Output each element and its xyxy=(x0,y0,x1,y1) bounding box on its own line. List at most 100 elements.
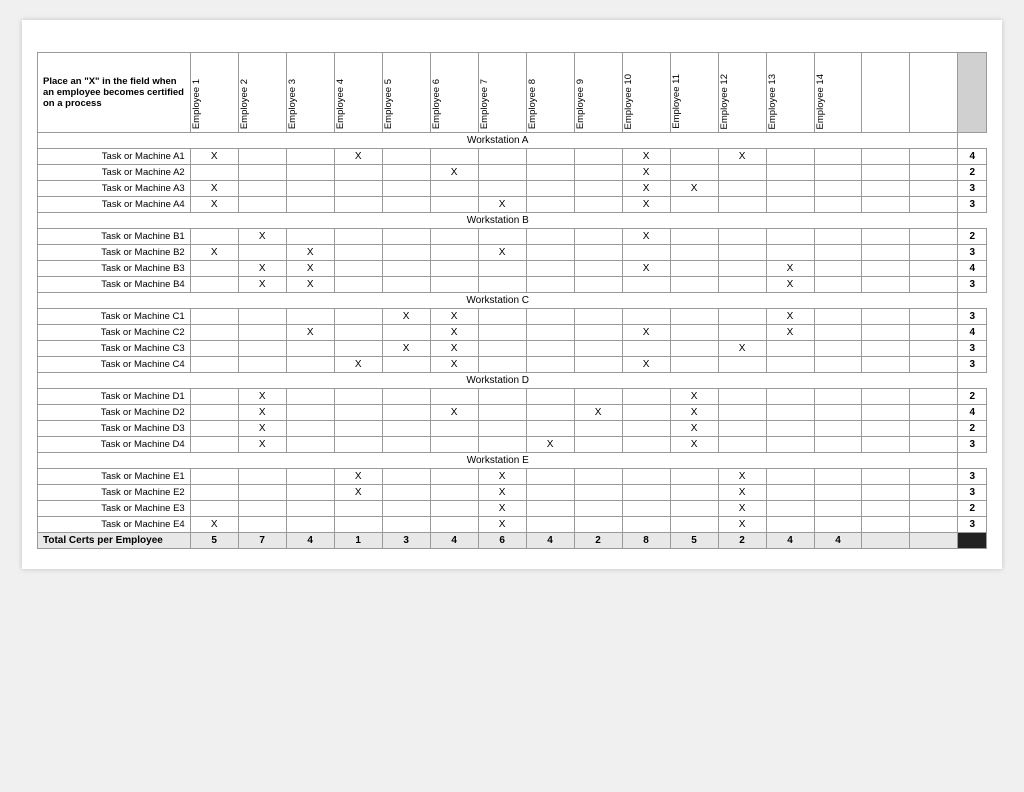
employee-header-7: Employee 7 xyxy=(478,53,526,133)
mark-cell xyxy=(286,469,334,485)
task-count: 3 xyxy=(958,485,987,501)
empty-cell xyxy=(862,485,910,501)
mark-cell xyxy=(814,229,862,245)
task-row: Task or Machine C3XXX3 xyxy=(38,341,987,357)
mark-cell xyxy=(574,501,622,517)
workstation-row-1: Workstation A xyxy=(38,133,987,149)
empty-cell xyxy=(910,485,958,501)
mark-cell xyxy=(574,309,622,325)
task-row: Task or Machine B1XX2 xyxy=(38,229,987,245)
task-row: Task or Machine A1XXXX4 xyxy=(38,149,987,165)
task-count: 2 xyxy=(958,165,987,181)
mark-cell xyxy=(430,229,478,245)
employee-header-9: Employee 9 xyxy=(574,53,622,133)
mark-cell: X xyxy=(286,245,334,261)
task-name-cell: Task or Machine D2 xyxy=(38,405,191,421)
mark-cell xyxy=(718,229,766,245)
task-count: 3 xyxy=(958,181,987,197)
mark-cell: X xyxy=(622,229,670,245)
mark-cell xyxy=(382,149,430,165)
mark-cell xyxy=(766,197,814,213)
mark-cell xyxy=(574,357,622,373)
task-row: Task or Machine E2XXX3 xyxy=(38,485,987,501)
task-name-cell: Task or Machine E3 xyxy=(38,501,191,517)
mark-cell xyxy=(334,501,382,517)
mark-cell xyxy=(382,517,430,533)
empty-cell xyxy=(862,197,910,213)
mark-cell xyxy=(526,421,574,437)
mark-cell xyxy=(334,229,382,245)
mark-cell: X xyxy=(286,261,334,277)
mark-cell xyxy=(190,469,238,485)
mark-cell xyxy=(334,421,382,437)
training-matrix-table: Place an "X" in the field when an employ… xyxy=(37,52,987,549)
mark-cell xyxy=(574,229,622,245)
mark-cell xyxy=(814,341,862,357)
mark-cell xyxy=(622,437,670,453)
workstation-row-4: Workstation D xyxy=(38,373,987,389)
mark-cell xyxy=(814,421,862,437)
task-name-cell: Task or Machine A1 xyxy=(38,149,191,165)
mark-cell xyxy=(286,149,334,165)
mark-cell xyxy=(430,437,478,453)
mark-cell xyxy=(286,389,334,405)
employee-header-4: Employee 4 xyxy=(334,53,382,133)
mark-cell xyxy=(430,389,478,405)
mark-cell xyxy=(190,277,238,293)
mark-cell xyxy=(286,309,334,325)
task-count: 3 xyxy=(958,197,987,213)
mark-cell xyxy=(766,389,814,405)
mark-cell: X xyxy=(238,421,286,437)
mark-cell xyxy=(814,261,862,277)
task-row: Task or Machine E1XXX3 xyxy=(38,469,987,485)
mark-cell xyxy=(814,149,862,165)
mark-cell xyxy=(238,325,286,341)
employee-header-6: Employee 6 xyxy=(430,53,478,133)
mark-cell xyxy=(382,437,430,453)
mark-cell xyxy=(574,389,622,405)
task-name-cell: Task or Machine A3 xyxy=(38,181,191,197)
mark-cell xyxy=(814,277,862,293)
task-name-cell: Task or Machine C3 xyxy=(38,341,191,357)
mark-cell xyxy=(814,325,862,341)
mark-cell xyxy=(478,405,526,421)
mark-cell xyxy=(814,517,862,533)
employee-header-2: Employee 2 xyxy=(238,53,286,133)
mark-cell xyxy=(286,165,334,181)
mark-cell xyxy=(718,421,766,437)
mark-cell xyxy=(382,181,430,197)
mark-cell: X xyxy=(286,325,334,341)
mark-cell xyxy=(430,261,478,277)
mark-cell: X xyxy=(238,405,286,421)
empty-cell xyxy=(862,389,910,405)
mark-cell xyxy=(526,229,574,245)
mark-cell xyxy=(382,165,430,181)
mark-cell xyxy=(334,405,382,421)
mark-cell xyxy=(670,341,718,357)
mark-cell: X xyxy=(622,357,670,373)
mark-cell xyxy=(814,197,862,213)
mark-cell xyxy=(574,181,622,197)
empty-col-1 xyxy=(862,53,910,133)
mark-cell xyxy=(670,229,718,245)
mark-cell xyxy=(430,469,478,485)
task-name-cell: Task or Machine E4 xyxy=(38,517,191,533)
task-row: Task or Machine C2XXXX4 xyxy=(38,325,987,341)
empty-cell xyxy=(910,229,958,245)
mark-cell: X xyxy=(478,197,526,213)
mark-cell xyxy=(814,165,862,181)
mark-cell xyxy=(766,501,814,517)
task-name-cell: Task or Machine E1 xyxy=(38,469,191,485)
task-row: Task or Machine A2XX2 xyxy=(38,165,987,181)
mark-cell xyxy=(814,485,862,501)
mark-cell xyxy=(574,469,622,485)
mark-cell xyxy=(622,501,670,517)
mark-cell xyxy=(334,325,382,341)
mark-cell xyxy=(382,405,430,421)
mark-cell xyxy=(526,245,574,261)
employee-header-5: Employee 5 xyxy=(382,53,430,133)
empty-cell xyxy=(862,277,910,293)
mark-cell xyxy=(190,229,238,245)
mark-cell xyxy=(766,485,814,501)
mark-cell: X xyxy=(718,469,766,485)
